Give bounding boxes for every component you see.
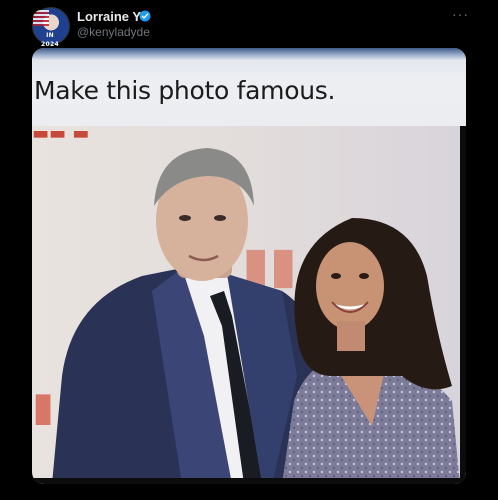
photo: ▬▬ ▬ ▮▮ ▮	[32, 123, 466, 484]
post-image[interactable]: Make this photo famous. ▬▬ ▬ ▮▮ ▮	[32, 48, 466, 484]
caption-topline	[32, 48, 466, 60]
caption-band: Make this photo famous.	[32, 48, 466, 126]
verified-icon	[139, 10, 151, 22]
photo-people-illustration	[52, 148, 460, 484]
ellipsis-icon[interactable]: ···	[452, 7, 468, 21]
photo-edge-right	[460, 126, 466, 484]
caption-text: Make this photo famous.	[34, 76, 336, 105]
avatar-badge: IN 2024	[41, 32, 59, 48]
handle[interactable]: @kenyladyde	[77, 25, 150, 39]
display-name[interactable]: Lorraine Y	[77, 9, 141, 24]
flag-icon	[33, 10, 49, 26]
photo-edge-bottom	[32, 478, 466, 484]
post-header: IN 2024 Lorraine Y @kenyladyde ···	[0, 0, 498, 48]
